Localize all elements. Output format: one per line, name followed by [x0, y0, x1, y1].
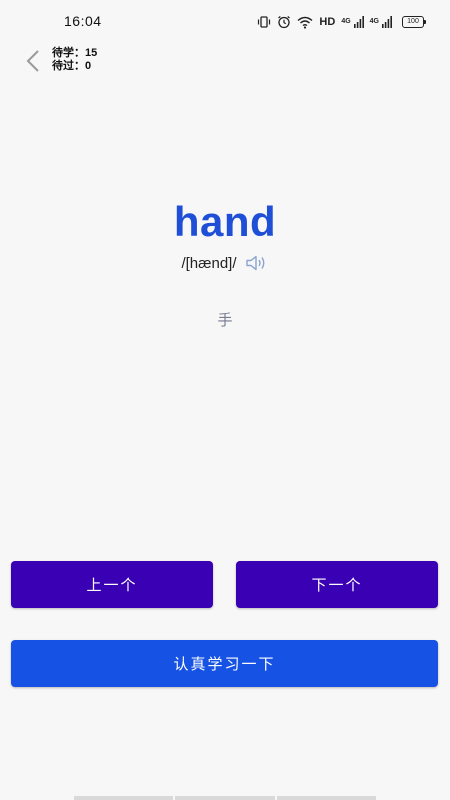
previous-button[interactable]: 上一个: [11, 561, 213, 608]
home-indicator: [74, 796, 376, 800]
phonetic-row: /[hænd]/: [0, 254, 450, 272]
pronounce-button[interactable]: [245, 254, 269, 272]
alarm-icon: [277, 15, 291, 29]
status-time: 16:04: [64, 13, 102, 29]
study-button[interactable]: 认真学习一下: [11, 640, 438, 687]
network-type-label: 4G: [369, 17, 379, 25]
home-indicator-segment: [74, 796, 174, 800]
signal-icon: [382, 15, 392, 29]
battery-level: 100: [402, 16, 426, 28]
pending-label: 待学：: [52, 47, 85, 59]
hd-indicator: HD: [319, 16, 336, 28]
home-indicator-segment: [276, 796, 376, 800]
battery-icon: 100: [402, 15, 426, 29]
signal-icon: [353, 15, 364, 29]
vibrate-icon: [257, 15, 271, 29]
phonetic-transcription: /[hænd]/: [181, 254, 237, 272]
back-button[interactable]: [18, 46, 48, 76]
speaker-icon: [245, 255, 264, 271]
vocabulary-word: hand: [173, 198, 277, 245]
network-type-label: 4G: [341, 17, 351, 25]
pending-count-row: 待学：15: [52, 47, 97, 60]
passed-label: 待过：: [52, 60, 85, 72]
word-meaning: 手: [217, 312, 233, 329]
passed-count-row: 待过：0: [52, 60, 97, 73]
passed-count: 0: [85, 60, 92, 72]
status-icons: HD 4G 4G 100: [257, 14, 426, 30]
pending-count: 15: [85, 47, 98, 59]
home-indicator-segment: [175, 796, 275, 800]
status-bar: 16:04 HD 4G 4G 100: [0, 0, 450, 44]
next-button[interactable]: 下一个: [236, 561, 438, 608]
wifi-icon: [297, 15, 313, 29]
chevron-left-icon: [26, 50, 39, 72]
progress-counts: 待学：15 待过：0: [52, 47, 97, 73]
